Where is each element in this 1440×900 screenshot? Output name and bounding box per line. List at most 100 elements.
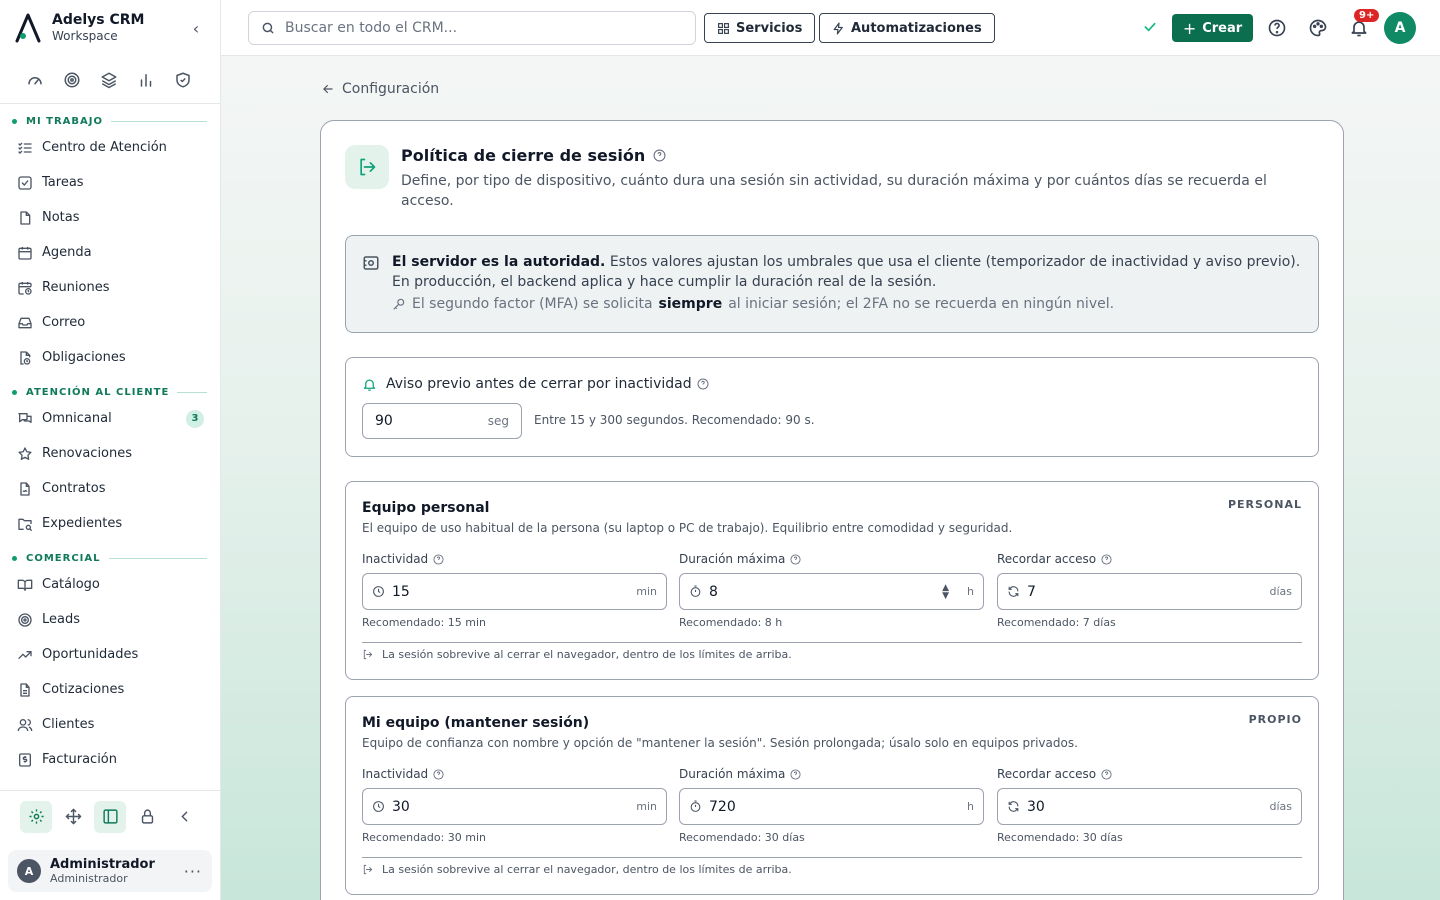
sidebar-item-facturacion[interactable]: Facturación — [0, 742, 220, 777]
check-icon — [1144, 22, 1156, 32]
lock-button[interactable] — [131, 801, 163, 833]
target-icon[interactable] — [63, 71, 81, 89]
sidebar-item-catalogo[interactable]: Catálogo — [0, 567, 220, 602]
settings-button[interactable] — [20, 800, 52, 833]
services-button[interactable]: Servicios — [704, 13, 816, 43]
help-circle-icon[interactable] — [1101, 768, 1112, 780]
device-tag: PROPIO — [1248, 713, 1302, 726]
panel-button[interactable] — [94, 800, 126, 833]
remember-input[interactable]: 30 días — [997, 788, 1302, 825]
palette-icon[interactable] — [1308, 18, 1328, 38]
help-circle-icon[interactable] — [697, 378, 709, 390]
max-duration-input[interactable]: 720 h — [679, 788, 984, 825]
logo-icon — [15, 13, 41, 43]
sidebar-item-obligaciones[interactable]: Obligaciones — [0, 340, 220, 375]
logout-icon — [345, 145, 389, 189]
warning-seconds-input[interactable]: 90 seg — [362, 403, 522, 439]
help-circle-icon[interactable] — [433, 553, 444, 565]
calendar-clock-icon — [18, 281, 32, 295]
back-link[interactable]: Configuración — [321, 81, 439, 97]
automations-button[interactable]: Automatizaciones — [819, 13, 995, 43]
recommended-text: Recomendado: 8 h — [679, 616, 783, 629]
sidebar-item-label: Oportunidades — [42, 647, 139, 662]
list-check-icon — [18, 142, 32, 154]
help-icon[interactable] — [1267, 18, 1287, 38]
device-propio: Mi equipo (mantener sesión) PROPIO Equip… — [345, 696, 1319, 895]
search-box[interactable] — [248, 11, 696, 45]
sidebar-item-clientes[interactable]: Clientes — [0, 707, 220, 742]
help-circle-icon[interactable] — [433, 768, 444, 780]
collapse-button[interactable] — [168, 801, 200, 833]
move-icon — [64, 808, 82, 825]
timer-icon — [690, 800, 701, 812]
page-title: Política de cierre de sesión — [401, 146, 666, 165]
warning-hint: Entre 15 y 300 segundos. Recomendado: 90… — [534, 413, 815, 427]
sidebar-item-label: Cotizaciones — [42, 682, 125, 697]
workspace-name: Workspace — [52, 29, 118, 43]
move-button[interactable] — [57, 801, 89, 833]
sidebar-item-label: Expedientes — [42, 516, 123, 531]
recommended-text: Recomendado: 30 min — [362, 831, 487, 844]
sidebar-item-label: Tareas — [42, 175, 84, 190]
section-comercial: COMERCIAL — [0, 549, 220, 567]
inactivity-input[interactable]: 30 min — [362, 788, 667, 825]
sidebar-item-label: Leads — [42, 612, 81, 627]
user-avatar[interactable]: A — [1384, 12, 1416, 44]
services-label: Servicios — [736, 20, 803, 36]
sidebar-item-centro-atencion[interactable]: Centro de Atención — [0, 130, 220, 165]
sidebar-item-cotizaciones[interactable]: Cotizaciones — [0, 672, 220, 707]
sidebar-item-omnicanal[interactable]: Omnicanal 3 — [0, 401, 220, 436]
collapse-sidebar-icon[interactable]: ‹ — [186, 19, 206, 38]
help-circle-icon[interactable] — [653, 149, 666, 162]
file-signature-icon — [20, 481, 30, 496]
help-circle-icon[interactable] — [1101, 553, 1112, 565]
max-duration-input[interactable]: 8 ▲ ▼ h — [679, 573, 984, 610]
back-label: Configuración — [342, 81, 440, 97]
shield-icon[interactable] — [174, 71, 192, 89]
sidebar-item-contratos[interactable]: Contratos — [0, 471, 220, 506]
max-duration-field: Duración máxima 8 ▲ ▼ h Recomendado: 8 h — [679, 551, 984, 629]
sidebar-item-reuniones[interactable]: Reuniones — [0, 270, 220, 305]
server-icon — [363, 256, 379, 270]
sidebar-item-oportunidades[interactable]: Oportunidades — [0, 637, 220, 672]
avatar: A — [17, 859, 41, 883]
target-icon — [18, 612, 32, 627]
info-text: El servidor es la autoridad. Estos valor… — [392, 254, 1301, 290]
refresh-icon — [1008, 801, 1019, 812]
user-card[interactable]: A Administrador Administrador ··· — [8, 850, 212, 892]
sidebar-item-expedientes[interactable]: Expedientes — [0, 506, 220, 541]
sidebar-item-tareas[interactable]: Tareas — [0, 165, 220, 200]
bar-chart-icon[interactable] — [137, 71, 155, 89]
create-button[interactable]: + Crear — [1172, 14, 1253, 42]
inactivity-input[interactable]: 15 min — [362, 573, 667, 610]
sidebar-item-correo[interactable]: Correo — [0, 305, 220, 340]
more-icon[interactable]: ··· — [184, 862, 202, 881]
sidebar-item-label: Omnicanal — [42, 411, 112, 426]
info-banner: El servidor es la autoridad. Estos valor… — [345, 235, 1319, 333]
sidebar-item-notas[interactable]: Notas — [0, 200, 220, 235]
stepper-icon[interactable]: ▲ ▼ — [942, 583, 949, 600]
sidebar: Adelys CRM Workspace ‹ MI TRABAJO Centro… — [0, 0, 221, 900]
layers-icon[interactable] — [100, 71, 118, 89]
divider — [362, 857, 1302, 858]
trend-up-icon — [18, 650, 32, 659]
device-name: Mi equipo (mantener sesión) — [362, 715, 590, 731]
chevron-left-icon — [180, 811, 187, 822]
speedometer-icon[interactable] — [26, 71, 44, 89]
recommended-text: Recomendado: 15 min — [362, 616, 487, 629]
search-icon — [262, 22, 274, 34]
grid-icon — [718, 22, 729, 34]
sidebar-item-leads[interactable]: Leads — [0, 602, 220, 637]
bell-icon — [363, 379, 376, 391]
arrow-left-icon — [323, 84, 333, 94]
sidebar-item-label: Reuniones — [42, 280, 110, 295]
remember-input[interactable]: 7 días — [997, 573, 1302, 610]
sidebar-item-renovaciones[interactable]: Renovaciones — [0, 436, 220, 471]
recommended-text: Recomendado: 7 días — [997, 616, 1116, 629]
topbar: Servicios Automatizaciones +Crear 9+ A — [221, 0, 1440, 56]
sidebar-item-agenda[interactable]: Agenda — [0, 235, 220, 270]
sidebar-item-label: Agenda — [42, 245, 92, 260]
search-input[interactable] — [285, 20, 685, 36]
help-circle-icon[interactable] — [790, 768, 801, 780]
help-circle-icon[interactable] — [790, 553, 801, 565]
